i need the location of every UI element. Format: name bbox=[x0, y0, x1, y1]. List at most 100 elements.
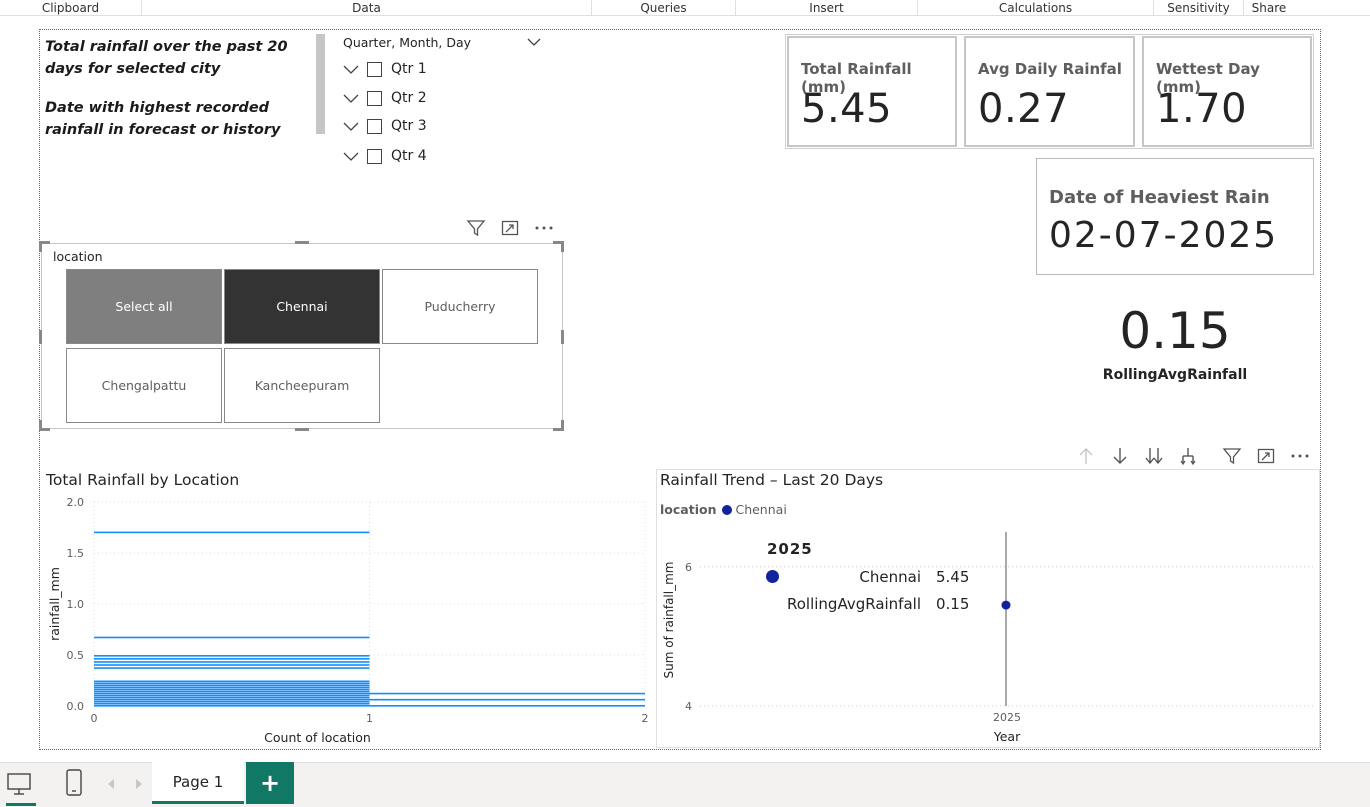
checkbox[interactable] bbox=[367, 61, 382, 77]
chevron-down-icon[interactable] bbox=[343, 61, 359, 77]
y-tick-label: 4 bbox=[685, 700, 692, 713]
y-axis-title: Sum of rainfall_mm bbox=[662, 562, 676, 679]
tile-kancheepuram[interactable]: Kancheepuram bbox=[224, 348, 380, 423]
bar bbox=[94, 692, 645, 695]
tooltip-label-chennai: Chennai bbox=[859, 568, 921, 586]
bar-chart[interactable]: 0.0 0.5 1.0 1.5 2.0 0 1 2 Count of location rainf… bbox=[42, 490, 652, 748]
bar bbox=[94, 700, 370, 703]
ribbon-group-calculations: Calculations bbox=[918, 0, 1154, 16]
bar bbox=[94, 682, 370, 685]
ribbon-group-sensitivity: Sensitivity bbox=[1154, 0, 1244, 16]
hierarchy-item-label: Qtr 2 bbox=[391, 90, 427, 106]
note-line-1: Total rainfall over the past 20 days for… bbox=[45, 39, 288, 77]
ribbon-group-share: Share bbox=[1251, 1, 1287, 15]
tile-puducherry[interactable]: Puducherry bbox=[382, 269, 538, 344]
x-tick-label: 0 bbox=[91, 712, 98, 725]
resize-handle[interactable] bbox=[39, 330, 42, 344]
bar bbox=[94, 636, 370, 639]
ribbon-group-queries: Queries bbox=[592, 0, 736, 16]
chevron-down-icon[interactable] bbox=[343, 118, 359, 134]
filter-icon[interactable] bbox=[466, 218, 486, 238]
hierarchy-item-qtr3[interactable]: Qtr 3 bbox=[343, 115, 427, 137]
y-tick-label: 1.5 bbox=[67, 547, 85, 560]
add-page-button[interactable]: + bbox=[246, 762, 294, 804]
expand-next-level-icon[interactable] bbox=[1144, 446, 1164, 466]
hierarchy-item-label: Qtr 1 bbox=[391, 61, 427, 77]
tile-chengalpattu[interactable]: Chengalpattu bbox=[66, 348, 222, 423]
notes-textbox[interactable]: Total rainfall over the past 20 days for… bbox=[45, 36, 325, 158]
focus-mode-icon[interactable] bbox=[500, 218, 520, 238]
trend-legend: location Chennai bbox=[660, 502, 787, 517]
drill-down-icon[interactable] bbox=[1110, 446, 1130, 466]
desktop-layout-indicator bbox=[6, 803, 36, 806]
chevron-down-icon[interactable] bbox=[526, 34, 542, 50]
resize-handle[interactable] bbox=[295, 241, 309, 244]
resize-handle[interactable] bbox=[295, 428, 309, 431]
hierarchy-item-qtr4[interactable]: Qtr 4 bbox=[343, 145, 427, 167]
checkbox[interactable] bbox=[367, 90, 382, 106]
bar bbox=[94, 658, 370, 660]
x-tick-label: 2 bbox=[642, 712, 649, 725]
rolling-avg-label: RollingAvgRainfall bbox=[1102, 367, 1248, 383]
more-options-icon[interactable] bbox=[534, 218, 554, 238]
chevron-down-icon[interactable] bbox=[343, 148, 359, 164]
bar bbox=[94, 690, 370, 693]
ribbon-group-labels: Clipboard Data Queries Insert Calculatio… bbox=[0, 0, 1370, 16]
checkbox[interactable] bbox=[367, 118, 382, 134]
legend-marker bbox=[722, 504, 733, 515]
trend-chart-title: Rainfall Trend – Last 20 Days bbox=[660, 471, 884, 489]
card-value: 1.70 bbox=[1156, 86, 1248, 132]
card-label: Date of Heaviest Rain bbox=[1049, 187, 1270, 208]
resize-handle[interactable] bbox=[561, 330, 564, 344]
hierarchy-item-qtr1[interactable]: Qtr 1 bbox=[343, 58, 427, 80]
card-avg-daily-rainfall[interactable]: Avg Daily Rainfal 0.27 bbox=[964, 36, 1135, 147]
more-options-icon[interactable] bbox=[1290, 446, 1310, 466]
bar bbox=[94, 705, 645, 707]
card-total-rainfall[interactable]: Total Rainfall (mm) 5.45 bbox=[787, 36, 957, 147]
trend-tooltip: 2025 Chennai 5.45 RollingAvgRainfall 0.1… bbox=[760, 540, 990, 620]
expand-hierarchy-icon[interactable] bbox=[1178, 446, 1198, 466]
prev-page-icon[interactable] bbox=[106, 778, 118, 790]
y-tick-label: 6 bbox=[685, 561, 692, 574]
bar bbox=[94, 702, 370, 705]
tile-select-all[interactable]: Select all bbox=[66, 269, 222, 344]
y-tick-label: 0.0 bbox=[67, 700, 85, 713]
bar bbox=[94, 684, 370, 687]
desktop-layout-icon[interactable] bbox=[6, 770, 34, 798]
tile-chennai[interactable]: Chennai bbox=[224, 269, 380, 344]
y-tick-label: 0.5 bbox=[67, 649, 85, 662]
card-value: 5.45 bbox=[801, 86, 893, 132]
y-axis-title: rainfall_mm bbox=[47, 567, 62, 641]
hierarchy-item-label: Qtr 4 bbox=[391, 148, 427, 164]
bar bbox=[94, 686, 370, 689]
chevron-down-icon[interactable] bbox=[343, 90, 359, 106]
ribbon-group-data: Data bbox=[142, 0, 592, 16]
page-tab-1[interactable]: Page 1 bbox=[152, 762, 244, 804]
checkbox[interactable] bbox=[367, 148, 382, 164]
next-page-icon[interactable] bbox=[133, 778, 145, 790]
bar bbox=[94, 661, 370, 663]
ribbon-group-insert: Insert bbox=[736, 0, 918, 16]
drill-up-icon[interactable] bbox=[1076, 446, 1096, 466]
resize-handle[interactable] bbox=[561, 241, 564, 252]
mobile-layout-icon[interactable] bbox=[62, 768, 86, 798]
notes-scrollbar[interactable] bbox=[316, 34, 325, 134]
resize-handle[interactable] bbox=[561, 420, 564, 431]
bar bbox=[94, 531, 370, 534]
focus-mode-icon[interactable] bbox=[1256, 446, 1276, 466]
card-date-heaviest-rain[interactable]: Date of Heaviest Rain 02-07-2025 bbox=[1036, 158, 1314, 275]
rolling-avg-value[interactable]: 0.15 bbox=[1090, 302, 1260, 360]
legend-item-chennai[interactable]: Chennai bbox=[735, 502, 786, 517]
resize-handle[interactable] bbox=[39, 420, 42, 431]
card-wettest-day[interactable]: Wettest Day (mm) 1.70 bbox=[1142, 36, 1312, 147]
resize-handle[interactable] bbox=[39, 241, 42, 252]
bar-chart-title: Total Rainfall by Location bbox=[46, 471, 240, 489]
hierarchy-item-label: Qtr 3 bbox=[391, 118, 427, 134]
hierarchy-item-qtr2[interactable]: Qtr 2 bbox=[343, 87, 427, 109]
x-axis-title: Count of location bbox=[264, 730, 371, 745]
tooltip-label-rolling: RollingAvgRainfall bbox=[786, 595, 921, 613]
tooltip-header: 2025 bbox=[767, 540, 813, 558]
filter-icon[interactable] bbox=[1222, 446, 1242, 466]
ribbon-group-clipboard: Clipboard bbox=[0, 0, 142, 16]
data-point bbox=[1001, 600, 1011, 610]
